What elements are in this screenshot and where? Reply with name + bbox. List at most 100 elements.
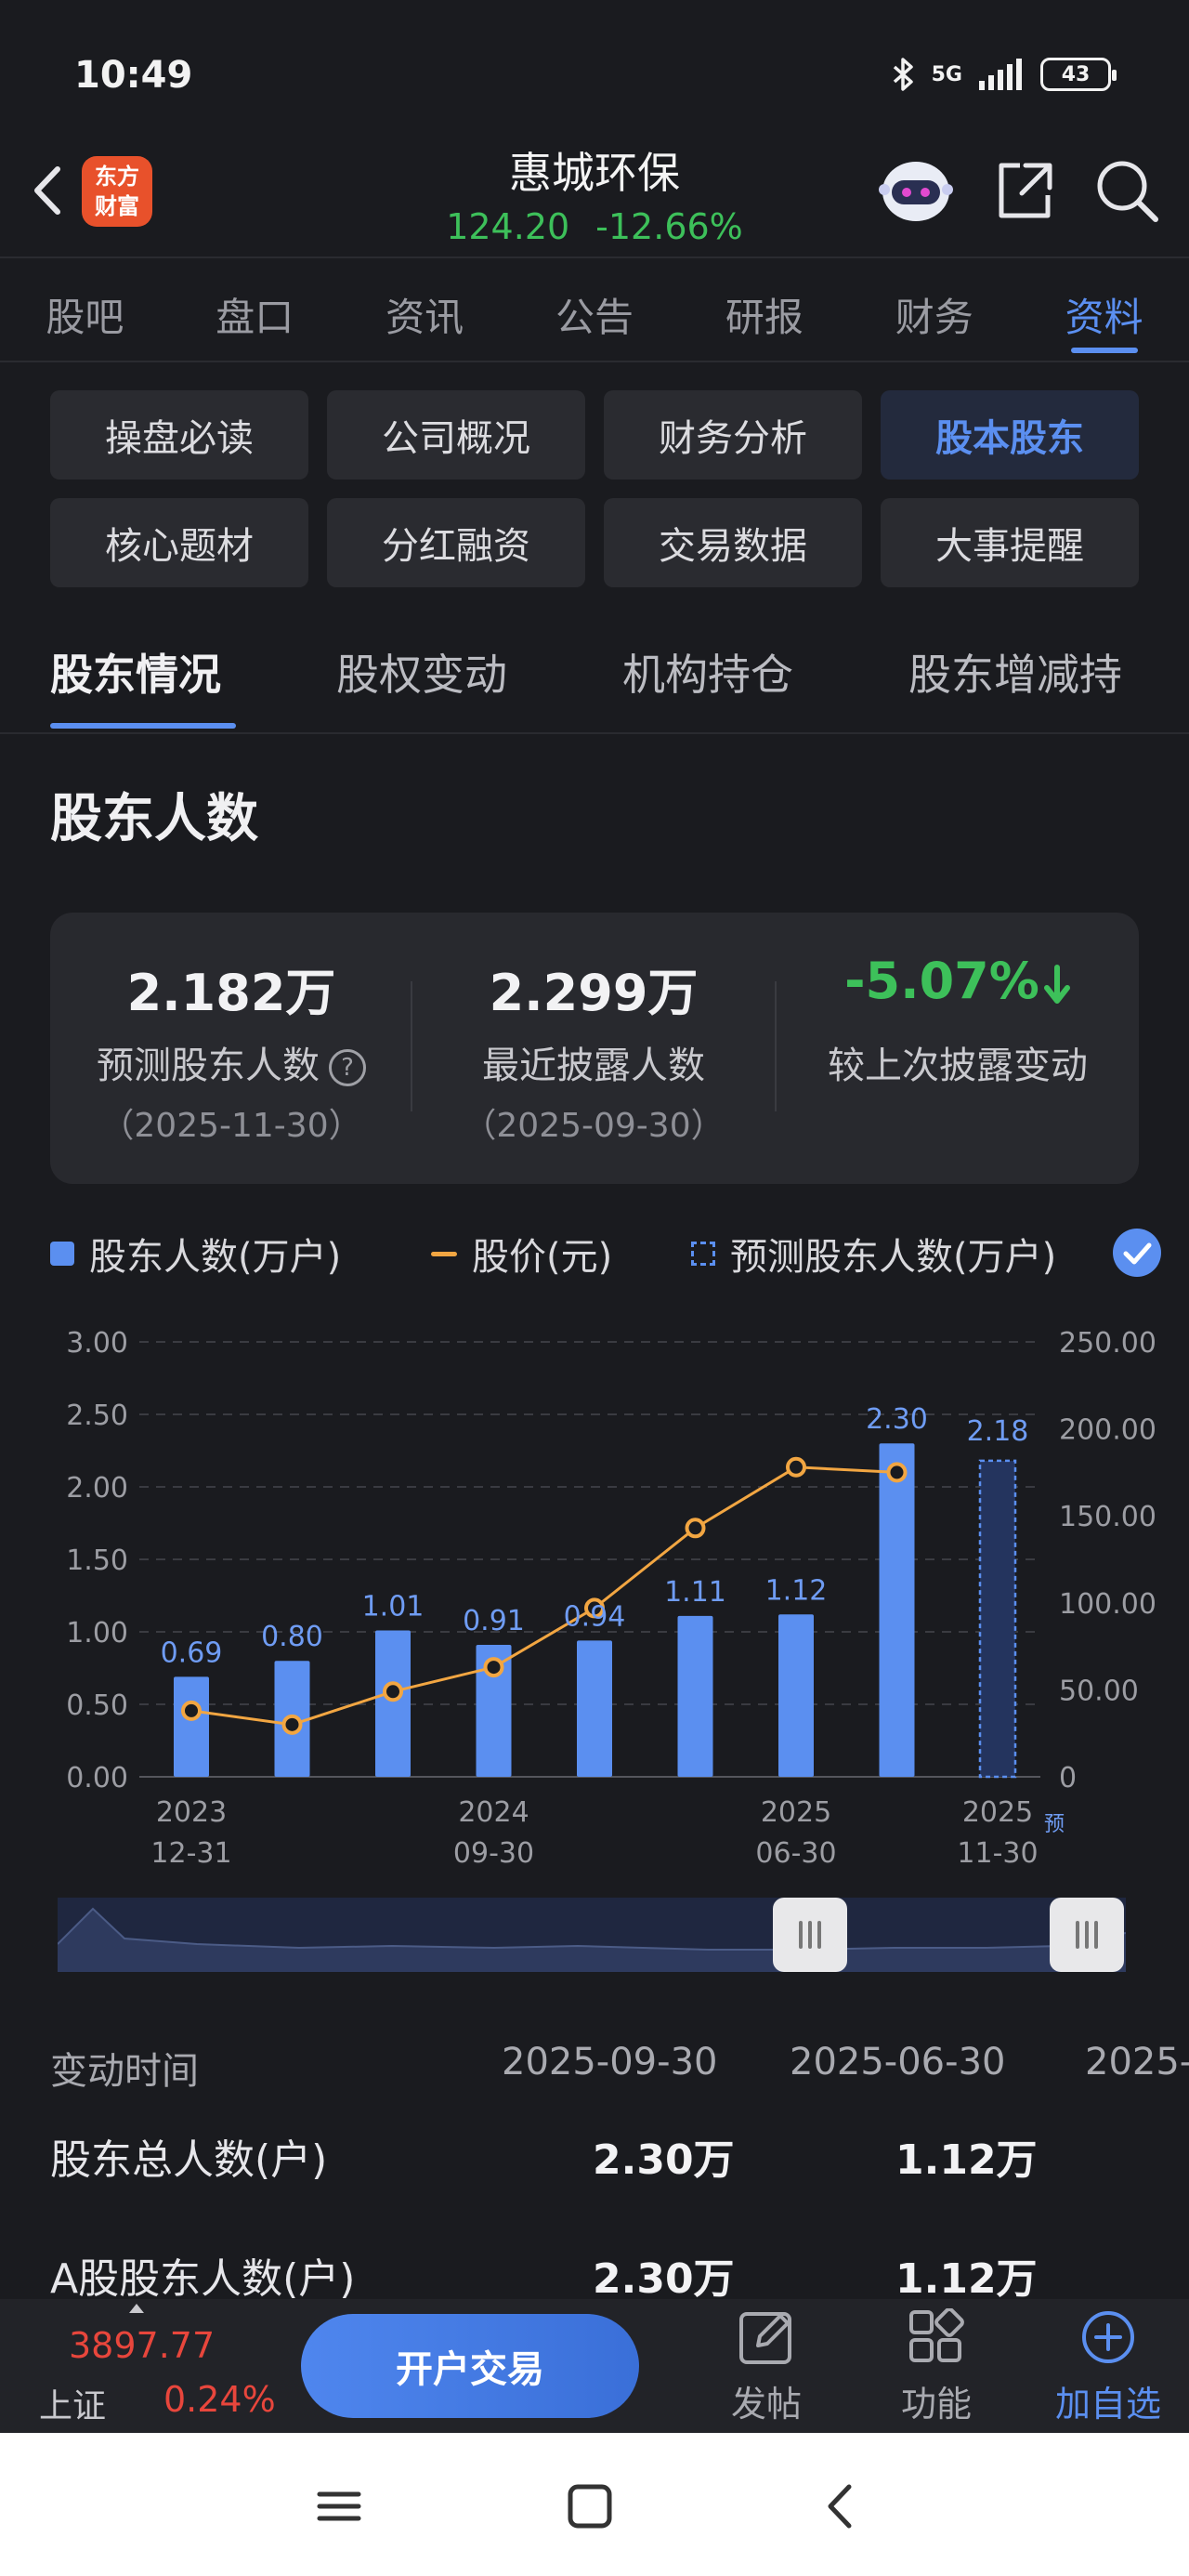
table-date: 2025-06-30 [790, 2041, 1006, 2083]
index-name[interactable]: 上证 [39, 2379, 106, 2427]
chart-range-slider[interactable] [58, 1898, 1126, 1972]
main-tabs: 股吧 盘口 资讯 公告 研报 财务 资料 [0, 279, 1189, 362]
x-tick-year: 2024 [458, 1796, 529, 1829]
y-right-tick: 150.00 [1059, 1501, 1156, 1533]
table-row-label: 股东总人数(户) [50, 2136, 328, 2184]
section-title: 股东人数 [50, 789, 258, 849]
y-right-tick: 100.00 [1059, 1588, 1156, 1621]
status-time: 10:49 [74, 54, 193, 97]
shareholder-chart: 3.00 2.50 2.00 1.50 1.00 0.50 0.00 250.00 200.00… [66, 1327, 1156, 1870]
stat-change: -5.07% 较上次披露变动 [777, 913, 1139, 1184]
stock-change: -12.66% [595, 206, 743, 247]
sub-menu-trading-data[interactable]: 交易数据 [604, 498, 862, 587]
tab-institution-holdings[interactable]: 机构持仓 [622, 641, 793, 703]
back-nav-icon[interactable] [808, 2474, 873, 2539]
home-icon[interactable] [557, 2474, 622, 2539]
chart-legend: 股东人数(万户) 股价(元) 预测股东人数(万户) [50, 1227, 1165, 1282]
bar-data-label: 1.01 [362, 1590, 425, 1623]
stat-change-label: 较上次披露变动 [828, 1045, 1088, 1087]
tab-profile[interactable]: 资料 [1019, 279, 1189, 362]
arrow-down-icon [1043, 965, 1070, 1005]
menu-icon[interactable] [307, 2474, 372, 2539]
legend-line-swatch [431, 1251, 457, 1256]
holder-tabs-divider [0, 732, 1189, 734]
bar-data-label: 0.80 [261, 1621, 323, 1653]
legend-item-price[interactable]: 股价(元) [431, 1227, 612, 1281]
stat-latest-label: 最近披露人数 [482, 1045, 705, 1087]
overview-sparkline [58, 1907, 1126, 1972]
bluetooth-icon [893, 58, 913, 91]
post-label: 发帖 [730, 2384, 802, 2425]
legend-item-holders[interactable]: 股东人数(万户) [50, 1227, 341, 1281]
table-row: 股东总人数(户) 2.30万 1.12万 [0, 2126, 1189, 2210]
range-handle-right[interactable] [1050, 1898, 1124, 1972]
forecast-tag: 预 [1044, 1813, 1065, 1836]
y-left-tick: 0.50 [66, 1689, 128, 1722]
legend-bar-swatch [50, 1242, 74, 1266]
help-icon[interactable]: ? [329, 1049, 366, 1086]
header-divider [0, 256, 1189, 258]
table-cell: 1.12万 [895, 2136, 1038, 2184]
search-icon[interactable] [1092, 156, 1161, 225]
price-point [281, 1714, 303, 1735]
price-point [786, 1456, 806, 1478]
x-tick-date: 12-31 [150, 1837, 231, 1870]
post-button[interactable]: 发帖 [711, 2308, 822, 2429]
share-icon[interactable] [992, 158, 1057, 223]
edit-icon [739, 2312, 791, 2364]
sub-menu-financial-analysis[interactable]: 财务分析 [604, 390, 862, 480]
stat-forecast-label-row: 预测股东人数? [50, 1035, 412, 1089]
y-left-tick: 1.50 [66, 1544, 128, 1577]
tab-equity-change[interactable]: 股权变动 [336, 641, 507, 703]
y-right-tick: 250.00 [1059, 1327, 1156, 1360]
stat-change-value-row: -5.07% [777, 952, 1139, 1010]
tabs-divider [0, 361, 1189, 362]
network-label: 5G [931, 62, 962, 86]
x-tick-year: 2025 [761, 1796, 831, 1829]
y-right-tick: 200.00 [1059, 1414, 1156, 1447]
sub-menu-core-themes[interactable]: 核心题材 [50, 498, 308, 587]
stat-forecast-label: 预测股东人数 [97, 1045, 320, 1087]
tab-pankou[interactable]: 盘口 [170, 279, 340, 362]
x-tick-year: 2023 [156, 1796, 227, 1829]
bar [879, 1443, 915, 1777]
index-value[interactable]: 3897.77 [69, 2325, 215, 2366]
checkmark-icon[interactable] [1113, 1229, 1161, 1277]
tab-holder-overview[interactable]: 股东情况 [50, 641, 221, 703]
add-watchlist-button[interactable]: 加自选 [1048, 2308, 1169, 2429]
holder-tabs: 股东情况 股权变动 机构持仓 股东增减持 [50, 641, 1165, 734]
sub-menu-trading-guide[interactable]: 操盘必读 [50, 390, 308, 480]
legend-item-forecast[interactable]: 预测股东人数(万户) [691, 1227, 1056, 1281]
price-point [383, 1681, 403, 1702]
index-change[interactable]: 0.24% [163, 2379, 276, 2420]
table-cell: 2.30万 [593, 2136, 735, 2184]
y-right-tick: 0 [1059, 1762, 1077, 1794]
functions-button[interactable]: 功能 [881, 2308, 992, 2429]
tab-announcements[interactable]: 公告 [510, 279, 680, 362]
bar-data-label: 1.11 [664, 1576, 726, 1609]
legend-price-label: 股价(元) [472, 1236, 613, 1279]
stat-forecast-value: 2.182万 [126, 964, 336, 1022]
stat-latest: 2.299万 最近披露人数 （2025-09-30） [412, 913, 775, 1184]
open-account-button[interactable]: 开户交易 [301, 2314, 639, 2418]
price-point [685, 1518, 706, 1539]
sub-menu-shareholders[interactable]: 股本股东 [881, 390, 1139, 480]
functions-label: 功能 [900, 2384, 972, 2425]
tab-news[interactable]: 资讯 [340, 279, 510, 362]
range-handle-left[interactable] [773, 1898, 847, 1972]
tab-guba[interactable]: 股吧 [0, 279, 170, 362]
tab-research[interactable]: 研报 [679, 279, 849, 362]
tab-holder-trades[interactable]: 股东增减持 [908, 641, 1122, 703]
forecast-data-label: 2.18 [967, 1415, 1029, 1448]
signal-icon [979, 59, 1022, 90]
stat-forecast: 2.182万 预测股东人数? （2025-11-30） [50, 913, 412, 1184]
stat-latest-value: 2.299万 [489, 964, 699, 1022]
sub-menu-dividends[interactable]: 分红融资 [327, 498, 585, 587]
sub-menu-major-events[interactable]: 大事提醒 [881, 498, 1139, 587]
y-left-tick: 1.00 [66, 1617, 128, 1649]
tab-finance[interactable]: 财务 [849, 279, 1019, 362]
bar-data-label: 0.91 [463, 1605, 525, 1637]
x-tick-date: 11-30 [957, 1837, 1038, 1870]
robot-assistant-icon[interactable] [877, 152, 955, 225]
sub-menu-company-overview[interactable]: 公司概况 [327, 390, 585, 480]
